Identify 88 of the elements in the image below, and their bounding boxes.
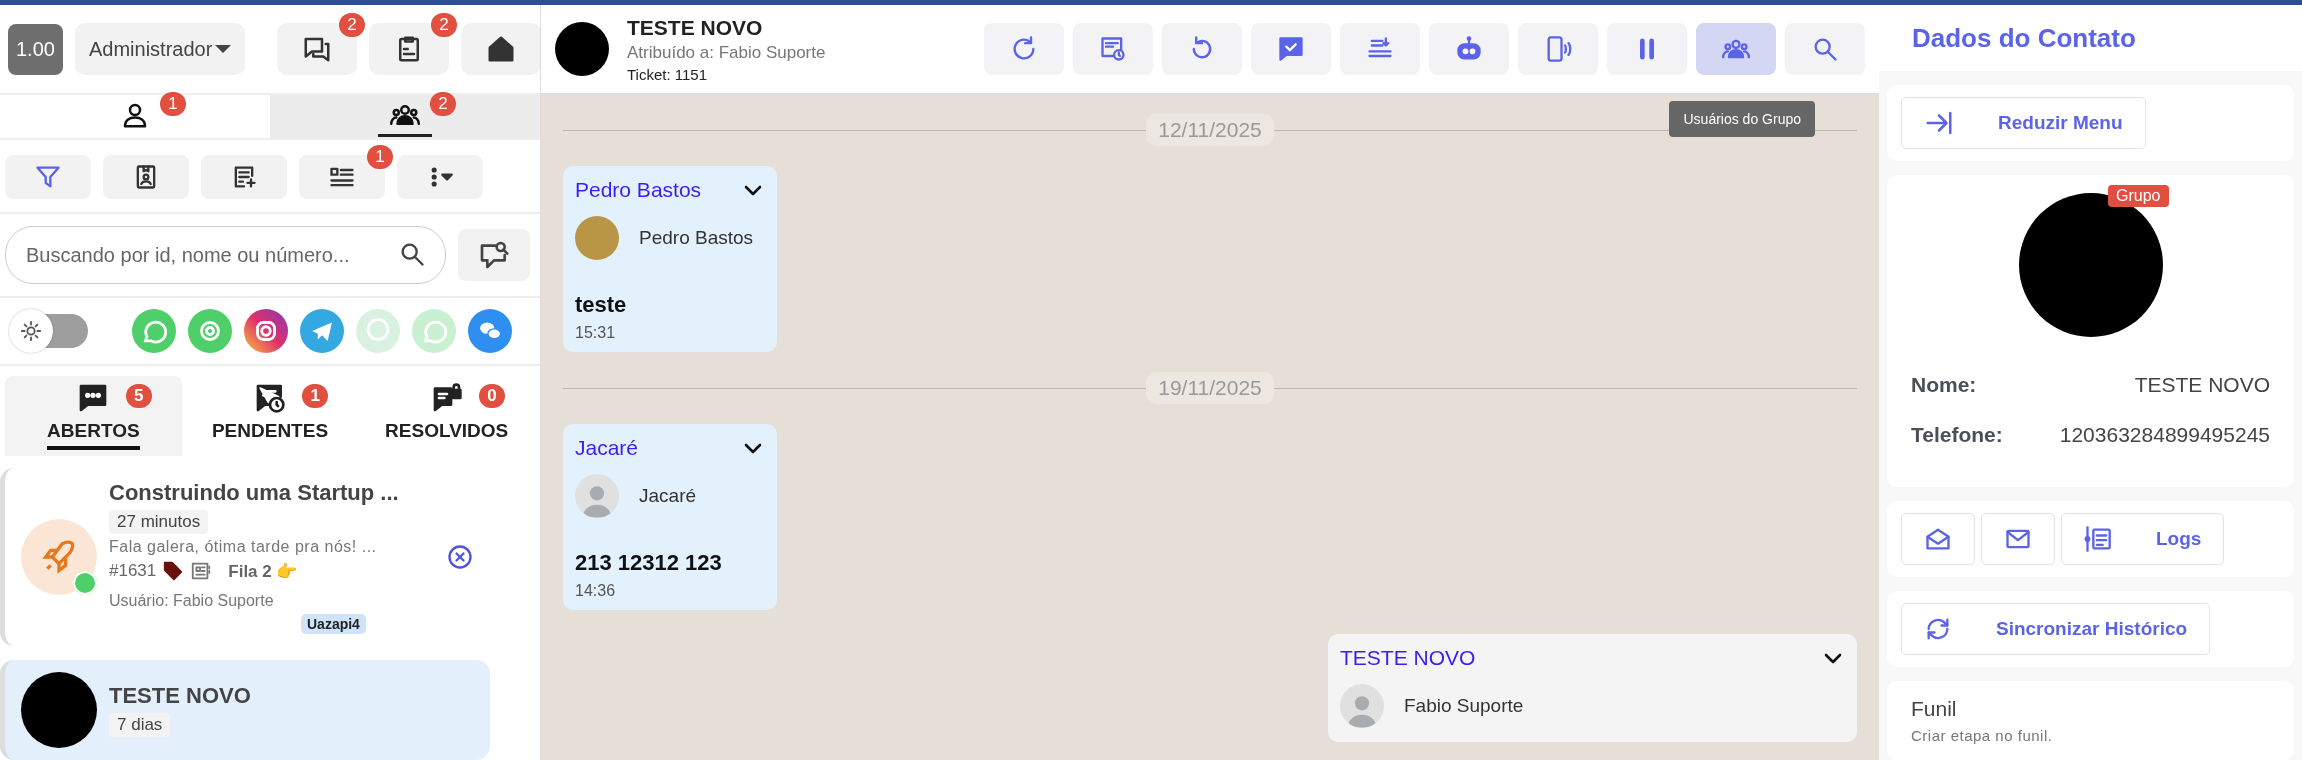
search-button[interactable] <box>1785 23 1865 75</box>
chat-clock-icon <box>254 382 286 414</box>
logs-icon <box>2084 525 2112 553</box>
message-time: 14:36 <box>575 582 617 600</box>
camera-icon[interactable] <box>244 309 288 353</box>
robot-icon <box>1455 35 1483 63</box>
contact-name: Jacaré <box>639 485 697 507</box>
grid-icon <box>190 560 213 582</box>
contact-name: Fabio Suporte <box>1404 695 1524 717</box>
ticket-title: TESTE NOVO <box>109 683 252 709</box>
field-value: 120363284899495245 <box>2059 423 2270 447</box>
group-button[interactable] <box>1696 23 1776 75</box>
sender-name: Pedro Bastos <box>575 178 702 202</box>
zoom-level-badge: 1.00 <box>8 23 63 75</box>
funnel-title: Funil <box>1911 697 1958 721</box>
chat-bubbles-icon[interactable] <box>468 309 512 353</box>
schedule-icon <box>1099 35 1127 63</box>
avatar-icon <box>1340 684 1384 728</box>
connection-tag: Uazapi4 <box>301 614 366 634</box>
count-badge: 1 <box>160 92 186 116</box>
ticket-id: Ticket: 1151 <box>627 65 709 83</box>
count-badge: 0 <box>479 384 505 408</box>
assigned-user: Usuário: Fabio Suporte <box>109 592 275 610</box>
count-badge: 2 <box>430 13 457 37</box>
panel-title: Dados do Contato <box>1912 22 2136 54</box>
field-label: Telefone: <box>1911 423 2003 447</box>
transfer-button[interactable] <box>1340 23 1420 75</box>
collapse-menu-button[interactable]: Reduzir Menu <box>1901 97 2146 149</box>
ticket-time: 27 minutos <box>109 510 209 534</box>
refresh-button[interactable] <box>984 23 1064 75</box>
close-icon <box>446 543 474 571</box>
chat-title: TESTE NOVO <box>627 15 764 40</box>
count-badge: 2 <box>430 92 456 116</box>
contact-button[interactable] <box>103 155 189 199</box>
paper-plane-icon[interactable] <box>300 309 344 353</box>
role-select[interactable]: Administrador <box>74 23 245 75</box>
sender-name: TESTE NOVO <box>1340 646 1476 670</box>
logs-button[interactable]: Logs <box>2061 513 2225 565</box>
group-badge: Grupo <box>2108 185 2169 207</box>
mail-button[interactable] <box>1981 513 2055 565</box>
count-badge: 1 <box>302 384 329 408</box>
avatar-icon <box>575 474 619 518</box>
filter-button[interactable] <box>5 155 91 199</box>
note-add-button[interactable] <box>201 155 287 199</box>
phone-signal-button[interactable] <box>1518 23 1598 75</box>
undo-button[interactable] <box>1162 23 1242 75</box>
date-chip: 12/11/2025 <box>1146 114 1274 146</box>
tag-icon <box>162 560 185 582</box>
more-button[interactable] <box>397 155 483 199</box>
message-time: 15:31 <box>575 324 617 342</box>
check-chat-icon <box>1277 35 1305 63</box>
tooltip: Usuários do Grupo <box>1669 101 1815 137</box>
count-badge: 5 <box>125 384 152 408</box>
field-value: TESTE NOVO <box>2134 373 2270 397</box>
message-text: teste <box>575 292 628 318</box>
schedule-button[interactable] <box>1073 23 1153 75</box>
ticket-time: 7 dias <box>109 713 171 737</box>
chat-search-button[interactable] <box>458 229 530 281</box>
message-preview: Fala galera, ótima tarde pra nós! ... <box>109 538 378 556</box>
group-avatar <box>555 22 609 76</box>
contact-name: Pedro Bastos <box>639 227 754 249</box>
check-chat-button[interactable] <box>1251 23 1331 75</box>
assigned-to: Atribuído a: Fabio Suporte <box>627 42 827 63</box>
close-button[interactable] <box>446 543 474 571</box>
queue-label: Fila 2 👉 <box>228 560 298 582</box>
ticket-card[interactable]: TESTE NOVO 7 dias <box>0 660 490 760</box>
date-chip: 19/11/2025 <box>1146 372 1274 404</box>
mail-open-button[interactable] <box>1901 513 1975 565</box>
field-label: Nome: <box>1911 373 1977 397</box>
funnel-hint: Criar etapa no funil. <box>1911 727 2054 744</box>
search-field[interactable]: Buscando por id, nome ou número... <box>5 226 446 284</box>
ticket-title: Construindo uma Startup ... <box>109 480 400 506</box>
count-badge: 1 <box>367 145 393 169</box>
theme-toggle[interactable] <box>8 308 90 354</box>
status-tab[interactable]: ABERTOS 5 <box>5 376 182 456</box>
caret-icon <box>214 45 231 53</box>
ticket-number: #1631 <box>109 561 157 581</box>
sync-history-button[interactable]: Sincronizar Histórico <box>1901 603 2211 655</box>
photo-placeholder <box>575 216 619 260</box>
message-text: 213 12312 123 <box>575 550 723 576</box>
sender-name: Jacaré <box>575 436 639 460</box>
robot-button[interactable] <box>1429 23 1509 75</box>
sun-icon <box>20 320 42 342</box>
count-badge: 2 <box>338 13 365 37</box>
chat-search-icon <box>478 239 510 271</box>
group-tab[interactable]: 2 <box>270 95 540 138</box>
pause-button[interactable] <box>1607 23 1687 75</box>
home-button[interactable] <box>460 23 540 75</box>
